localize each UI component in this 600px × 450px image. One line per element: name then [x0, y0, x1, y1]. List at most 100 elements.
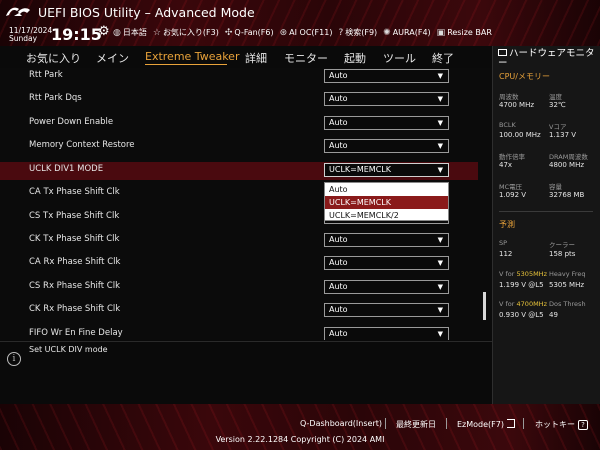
hw-value-temperature: 32℃	[549, 101, 566, 109]
tab-tool[interactable]: ツール	[383, 50, 416, 66]
tab-main[interactable]: メイン	[96, 50, 129, 66]
setting-label: CK Rx Phase Shift Clk	[29, 304, 121, 314]
hotkeys-button[interactable]: ホットキー?	[535, 419, 588, 430]
cpu-memory-section-title: CPU/メモリー	[499, 72, 550, 81]
footer-divider	[523, 418, 524, 429]
chevron-down-icon: ▼	[437, 236, 443, 244]
hw-value-v-for-5305: 1.199 V @L5	[499, 281, 544, 289]
setting-select[interactable]: Auto ▼	[324, 256, 449, 270]
hw-value-cooler: 158 pts	[549, 250, 576, 258]
v-for-prefix: V for	[499, 270, 517, 278]
setting-row-cs-rx-phase-shift-clk[interactable]: CS Rx Phase Shift Clk Auto ▼	[0, 279, 478, 297]
setting-label: Power Down Enable	[29, 117, 114, 127]
chevron-down-icon: ▼	[437, 330, 443, 338]
toolbar-aura[interactable]: ✺ AURA(F4)	[383, 27, 431, 38]
setting-select[interactable]: Auto ▼	[324, 233, 449, 247]
select-value: Auto	[329, 94, 348, 103]
setting-select[interactable]: Auto ▼	[324, 116, 449, 130]
setting-row-ca-rx-phase-shift-clk[interactable]: CA Rx Phase Shift Clk Auto ▼	[0, 255, 478, 273]
ai-oc-icon: ⊛	[279, 27, 288, 38]
select-value: Auto	[329, 329, 348, 338]
select-value: Auto	[329, 235, 348, 244]
chevron-down-icon: ▼	[437, 259, 443, 267]
toolbar-language-label: 日本語	[122, 28, 147, 37]
setting-label: Rtt Park	[29, 70, 63, 80]
setting-label: UCLK DIV1 MODE	[29, 164, 104, 174]
ez-mode-button[interactable]: EzMode(F7)	[457, 419, 515, 429]
setting-row-fifo-wr-en-fine-delay[interactable]: FIFO Wr En Fine Delay Auto ▼	[0, 326, 478, 340]
ez-mode-label: EzMode(F7)	[457, 420, 504, 429]
select-value: Auto	[329, 141, 348, 150]
exit-icon	[506, 419, 515, 428]
info-icon: i	[7, 352, 21, 366]
hw-label-dram-frequency: DRAM周波数	[549, 153, 588, 161]
last-modified-button[interactable]: 最終更新日	[396, 419, 436, 430]
dropdown-option-uclk-memclk-half[interactable]: UCLK=MEMCLK/2	[325, 209, 448, 222]
toolbar-search[interactable]: ? 検索(F9)	[338, 27, 377, 38]
hw-value-capacity: 32768 MB	[549, 191, 585, 199]
hw-value-dram-frequency: 4800 MHz	[549, 161, 585, 169]
toolbar-qfan-label: Q-Fan(F6)	[234, 28, 274, 37]
toolbar-language[interactable]: ◍ 日本語	[113, 27, 147, 38]
help-text: Set UCLK DIV mode	[29, 345, 108, 354]
star-icon: ☆	[152, 27, 161, 38]
select-value: Auto	[329, 282, 348, 291]
toolbar-qfan[interactable]: ✣ Q-Fan(F6)	[225, 27, 274, 38]
setting-select[interactable]: Auto ▼	[324, 139, 449, 153]
tab-extreme-tweaker[interactable]: Extreme Tweaker	[145, 50, 239, 63]
rog-logo-icon	[6, 7, 30, 16]
setting-row-rtt-park-dqs[interactable]: Rtt Park Dqs Auto ▼	[0, 91, 478, 109]
toolbar-favorites-label: お気に入り(F3)	[162, 28, 219, 37]
tab-exit[interactable]: 終了	[432, 50, 454, 66]
chevron-down-icon: ▼	[437, 306, 443, 314]
toolbar-resize-bar-label: Resize BAR	[447, 28, 492, 37]
chevron-down-icon: ▼	[437, 283, 443, 291]
setting-row-ck-rx-phase-shift-clk[interactable]: CK Rx Phase Shift Clk Auto ▼	[0, 302, 478, 320]
hw-divider	[499, 211, 593, 212]
search-icon: ?	[338, 27, 344, 38]
setting-select[interactable]: Auto ▼	[324, 92, 449, 106]
fan-icon: ✣	[224, 27, 233, 38]
copyright-text: Version 2.22.1284 Copyright (C) 2024 AMI	[215, 435, 385, 444]
setting-select[interactable]: Auto ▼	[324, 280, 449, 294]
tab-monitor[interactable]: モニター	[284, 50, 328, 66]
prediction-section-title: 予測	[499, 220, 515, 229]
hw-label-frequency: 周波数	[499, 93, 519, 101]
hw-value-vcore: 1.137 V	[549, 131, 577, 139]
setting-row-uclk-div1-mode[interactable]: UCLK DIV1 MODE UCLK=MEMCLK ▼	[0, 162, 478, 180]
chevron-down-icon: ▼	[437, 72, 443, 80]
setting-row-ck-tx-phase-shift-clk[interactable]: CK Tx Phase Shift Clk Auto ▼	[0, 232, 478, 250]
tab-advanced[interactable]: 詳細	[245, 50, 267, 66]
setting-row-power-down-enable[interactable]: Power Down Enable Auto ▼	[0, 115, 478, 133]
uclk-dropdown-list[interactable]: Auto UCLK=MEMCLK UCLK=MEMCLK/2	[324, 182, 449, 221]
gear-icon[interactable]: ⚙	[98, 24, 110, 39]
setting-select[interactable]: Auto ▼	[324, 303, 449, 317]
toolbar-search-label: 検索(F9)	[345, 28, 378, 37]
dropdown-option-auto[interactable]: Auto	[325, 183, 448, 196]
setting-select[interactable]: UCLK=MEMCLK ▼	[324, 163, 449, 177]
dropdown-option-uclk-memclk[interactable]: UCLK=MEMCLK	[325, 196, 448, 209]
setting-row-rtt-park[interactable]: Rtt Park Auto ▼	[0, 68, 478, 86]
hw-label-cooler: クーラー	[549, 241, 575, 249]
tab-boot[interactable]: 起動	[344, 50, 366, 66]
settings-scrollbar[interactable]	[483, 292, 486, 320]
help-question-icon: ?	[578, 420, 588, 430]
setting-select[interactable]: Auto ▼	[324, 327, 449, 340]
v-for-prefix: V for	[499, 300, 517, 308]
select-value: Auto	[329, 71, 348, 80]
hw-value-v-for-4700: 0.930 V @L5	[499, 311, 544, 319]
hw-label-sp: SP	[499, 239, 508, 247]
select-value: Auto	[329, 118, 348, 127]
tab-favorites[interactable]: お気に入り	[26, 50, 81, 66]
chevron-down-icon: ▼	[437, 119, 443, 127]
hw-label-mc-voltage: MC電圧	[499, 183, 523, 191]
setting-row-memory-context-restore[interactable]: Memory Context Restore Auto ▼	[0, 138, 478, 156]
hw-value-dos-thresh: 49	[549, 311, 558, 319]
toolbar-resize-bar[interactable]: ▣ Resize BAR	[437, 27, 492, 38]
toolbar-favorites[interactable]: ☆ お気に入り(F3)	[153, 27, 219, 38]
q-dashboard-button[interactable]: Q-Dashboard(Insert)	[300, 419, 382, 428]
setting-select[interactable]: Auto ▼	[324, 69, 449, 83]
hw-label-ratio: 動作倍率	[499, 153, 525, 161]
toolbar-ai-oc[interactable]: ⊛ AI OC(F11)	[280, 27, 333, 38]
setting-label: CS Rx Phase Shift Clk	[29, 281, 120, 291]
